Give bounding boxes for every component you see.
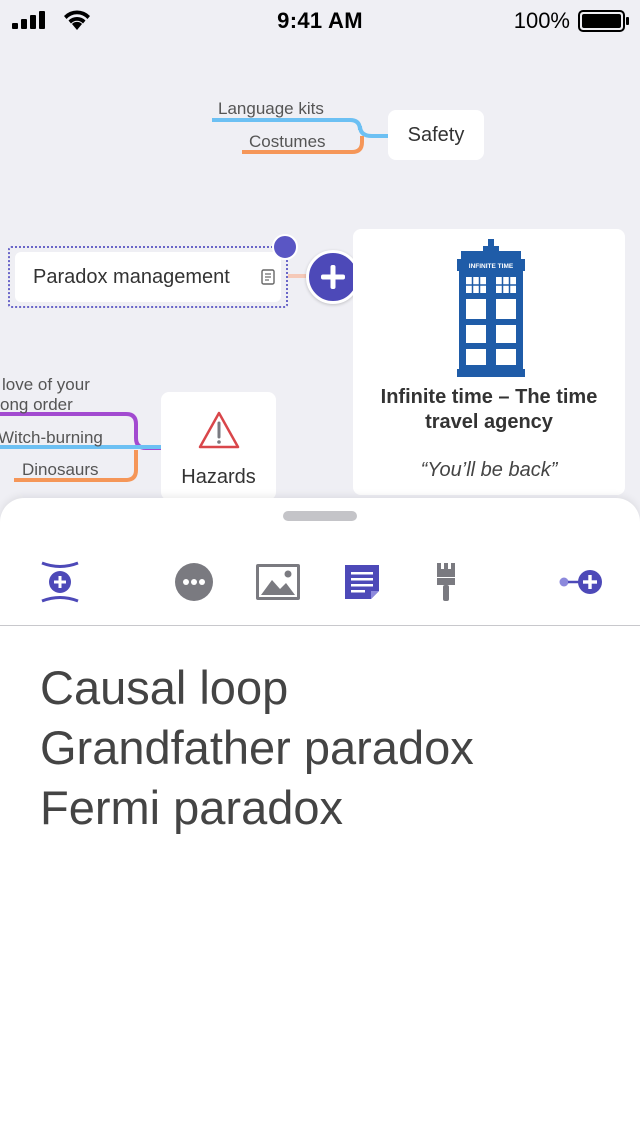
tardis-icon: INFINITE TIME — [457, 239, 525, 377]
node-paradox-selection[interactable]: Paradox management — [8, 246, 288, 308]
more-button[interactable] — [172, 560, 216, 604]
add-branch-icon — [559, 570, 602, 594]
battery-icon — [578, 10, 629, 32]
node-paradox-label: Paradox management — [33, 265, 230, 288]
sheet-grabber[interactable] — [283, 511, 357, 521]
tardis-sign-label: INFINITE TIME — [469, 263, 514, 270]
style-brush-icon — [437, 563, 455, 601]
mindmap-canvas[interactable]: Language kits Costumes Safety Paradox ma… — [0, 40, 640, 500]
status-bar: 9:41 AM 100% — [0, 0, 640, 40]
node-paradox-management[interactable]: Paradox management — [15, 252, 281, 302]
style-button[interactable] — [424, 560, 468, 604]
branch-dinosaurs[interactable]: Dinosaurs — [22, 460, 99, 480]
image-button[interactable] — [256, 560, 300, 604]
branch-love-line1[interactable]: love of your — [2, 375, 90, 395]
branch-love-line2[interactable]: ong order — [0, 395, 73, 415]
note-line[interactable]: Grandfather paradox — [40, 718, 620, 778]
warning-icon — [198, 411, 240, 449]
node-hazards-label: Hazards — [181, 466, 256, 488]
drag-handle[interactable] — [272, 234, 298, 260]
central-topic-quote: “You’ll be back” — [420, 459, 558, 481]
inspector-toolbar — [0, 548, 640, 614]
toolbar-divider — [0, 625, 640, 626]
insert-node-button[interactable] — [38, 560, 82, 604]
image-icon — [256, 564, 300, 600]
node-hazards[interactable]: Hazards — [161, 392, 276, 500]
branch-witch-burning[interactable]: Witch-burning — [0, 428, 103, 448]
note-button[interactable] — [340, 560, 384, 604]
plus-icon — [321, 265, 345, 289]
notes-editor[interactable]: Causal loop Grandfather paradox Fermi pa… — [40, 658, 620, 838]
note-line[interactable]: Fermi paradox — [40, 778, 620, 838]
branch-language-kits[interactable]: Language kits — [218, 99, 324, 119]
node-central-topic[interactable]: INFINITE TIME Infinite time – The time t… — [353, 229, 625, 495]
central-topic-title-line2: travel agency — [425, 411, 553, 433]
central-topic-title: Infinite time – The time travel agency — [353, 385, 625, 435]
note-line[interactable]: Causal loop — [40, 658, 620, 718]
battery-percentage: 100% — [513, 8, 570, 33]
inspector-sheet[interactable]: Causal loop Grandfather paradox Fermi pa… — [0, 498, 640, 1136]
insert-node-icon — [41, 561, 79, 603]
central-topic-title-line1: Infinite time – The time — [380, 386, 598, 408]
branch-costumes[interactable]: Costumes — [249, 132, 326, 152]
add-child-node-button[interactable] — [306, 250, 360, 304]
add-branch-button[interactable] — [556, 560, 606, 604]
node-safety-label: Safety — [407, 123, 465, 146]
more-icon — [175, 563, 213, 601]
note-icon — [345, 565, 379, 599]
node-safety[interactable]: Safety — [388, 110, 484, 160]
note-attached-icon — [261, 269, 275, 285]
